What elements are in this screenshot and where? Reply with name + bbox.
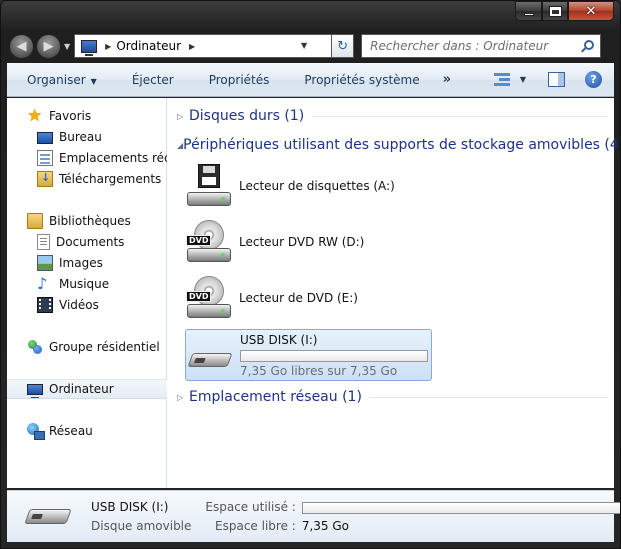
organize-button[interactable]: Organiser ▼ [7, 73, 112, 87]
dvd-rw-drive-icon: DVD [185, 220, 233, 264]
more-commands-button[interactable]: » [435, 72, 451, 87]
used-space-label: Espace utilisé : [205, 500, 296, 514]
usb-drive-icon [21, 497, 77, 537]
floppy-drive-icon [185, 164, 233, 208]
arrow-left-icon: ◀ [16, 38, 27, 54]
minimize-button[interactable] [515, 1, 542, 21]
help-icon[interactable]: ? [585, 71, 602, 88]
expand-arrow-icon[interactable]: ▷ [177, 393, 189, 402]
network-icon [27, 423, 45, 440]
view-options-chevron-icon[interactable]: ▼ [520, 75, 526, 84]
search-icon[interactable] [584, 40, 595, 50]
group-header-network-location[interactable]: ▷ Emplacement réseau (1) [177, 387, 608, 407]
explorer-window: ✕ ◀ ▶ ▼ ▶ Ordinateur ▶ ▼ ↻ Rechercher da… [0, 0, 621, 549]
sidebar-item-recent-places[interactable]: Emplacements récents [7, 148, 167, 168]
sidebar-item-computer[interactable]: Ordinateur [7, 379, 167, 399]
close-icon: ✕ [585, 3, 597, 19]
sidebar-item-images[interactable]: Images [7, 253, 167, 273]
details-type: Disque amovible [91, 519, 192, 533]
breadcrumb-chevron-icon[interactable]: ▶ [189, 42, 195, 51]
organize-label: Organiser [27, 72, 86, 87]
preview-pane-icon[interactable] [548, 72, 565, 87]
drive-usb-i[interactable]: USB DISK (I:) 7,35 Go libres sur 7,35 Go [185, 329, 432, 381]
forward-button[interactable]: ▶ [36, 33, 61, 59]
system-properties-button[interactable]: Propriétés système [284, 73, 434, 87]
free-space-value: 7,35 Go [301, 518, 349, 533]
file-list: ▷ Disques durs (1) ◢ Périphériques utili… [167, 98, 620, 488]
drive-label: Lecteur DVD RW (D:) [239, 235, 365, 249]
details-pane: USB DISK (I:) Disque amovible Espace uti… [7, 490, 620, 542]
sidebar-item-favorites[interactable]: ★ Favoris [7, 106, 167, 126]
refresh-icon: ↻ [337, 38, 349, 54]
navigation-pane: ★Favoris Bureau Emplacements récents Tél… [7, 98, 167, 488]
downloads-folder-icon [37, 171, 53, 187]
sidebar-item-music[interactable]: ♪ Musique [7, 274, 167, 294]
address-history-dropdown-icon[interactable]: ▼ [301, 35, 307, 57]
pictures-icon [37, 255, 53, 271]
sidebar-item-homegroup[interactable]: Groupe résidentiel [7, 337, 167, 357]
usb-drive-icon [186, 333, 234, 377]
minimize-icon [523, 12, 534, 16]
drive-label: Lecteur de disquettes (A:) [239, 179, 395, 193]
back-button[interactable]: ◀ [9, 33, 34, 59]
drive-dvd-rw-d[interactable]: DVD Lecteur DVD RW (D:) [185, 216, 432, 268]
libraries-icon [27, 213, 43, 229]
sidebar-item-network[interactable]: Réseau [7, 421, 167, 441]
arrow-right-icon: ▶ [43, 38, 54, 54]
film-icon [37, 297, 53, 313]
properties-button[interactable]: Propriétés [189, 73, 285, 87]
document-icon [37, 234, 50, 250]
sidebar-item-libraries[interactable]: Bibliothèques [7, 211, 167, 231]
maximize-button[interactable] [542, 1, 568, 21]
address-bar[interactable]: ▶ Ordinateur ▶ ▼ [74, 34, 333, 58]
drive-dvd-e[interactable]: DVD Lecteur de DVD (E:) [185, 272, 432, 324]
drive-label: USB DISK (I:) [240, 332, 318, 347]
recent-places-icon [37, 150, 53, 166]
sidebar-item-desktop[interactable]: Bureau [7, 127, 167, 147]
group-header-hard-disks[interactable]: ▷ Disques durs (1) [177, 106, 608, 126]
computer-icon [27, 384, 43, 398]
music-note-icon: ♪ [37, 274, 48, 293]
content-area: ★Favoris Bureau Emplacements récents Tél… [7, 98, 620, 488]
free-space-text: 7,35 Go libres sur 7,35 Go [240, 363, 398, 378]
chevron-down-icon: ▼ [90, 76, 97, 86]
search-box[interactable]: Rechercher dans : Ordinateur [361, 34, 602, 58]
dvd-drive-icon: DVD [185, 276, 233, 320]
recent-pages-button[interactable]: ▼ [64, 42, 70, 51]
sidebar-item-downloads[interactable]: Téléchargements [7, 169, 167, 189]
drive-label: Lecteur de DVD (E:) [239, 291, 358, 305]
breadcrumb-chevron-icon[interactable]: ▶ [105, 42, 111, 51]
group-divider [312, 115, 608, 117]
expand-arrow-icon[interactable]: ▷ [177, 112, 189, 121]
refresh-button[interactable]: ↻ [332, 34, 355, 58]
eject-button[interactable]: Éjecter [112, 73, 189, 87]
maximize-icon [548, 5, 562, 17]
breadcrumb-computer[interactable]: Ordinateur [116, 39, 181, 53]
details-name: USB DISK (I:) [91, 500, 169, 514]
search-input[interactable]: Rechercher dans : Ordinateur [370, 39, 548, 53]
computer-icon [81, 39, 98, 56]
navigation-bar: ◀ ▶ ▼ ▶ Ordinateur ▶ ▼ ↻ Rechercher dans… [7, 31, 614, 61]
drive-floppy-a[interactable]: Lecteur de disquettes (A:) [185, 160, 432, 212]
usage-bar [240, 349, 428, 362]
view-controls: ▼ ? [493, 71, 602, 88]
command-bar: Organiser ▼ Éjecter Propriétés Propriétés… [7, 63, 614, 97]
close-button[interactable]: ✕ [568, 1, 614, 21]
homegroup-icon [27, 339, 43, 355]
sidebar-item-videos[interactable]: Vidéos [7, 295, 167, 315]
sidebar-item-documents[interactable]: Documents [7, 232, 167, 252]
group-header-removable[interactable]: ◢ Périphériques utilisant des supports d… [177, 135, 620, 155]
caption-buttons: ✕ [515, 1, 614, 21]
change-view-icon[interactable] [493, 72, 510, 87]
group-divider [369, 396, 608, 398]
star-icon: ★ [27, 106, 43, 126]
desktop-icon [37, 132, 53, 144]
free-space-label: Espace libre : [215, 519, 296, 533]
details-usage-bar [301, 501, 620, 514]
